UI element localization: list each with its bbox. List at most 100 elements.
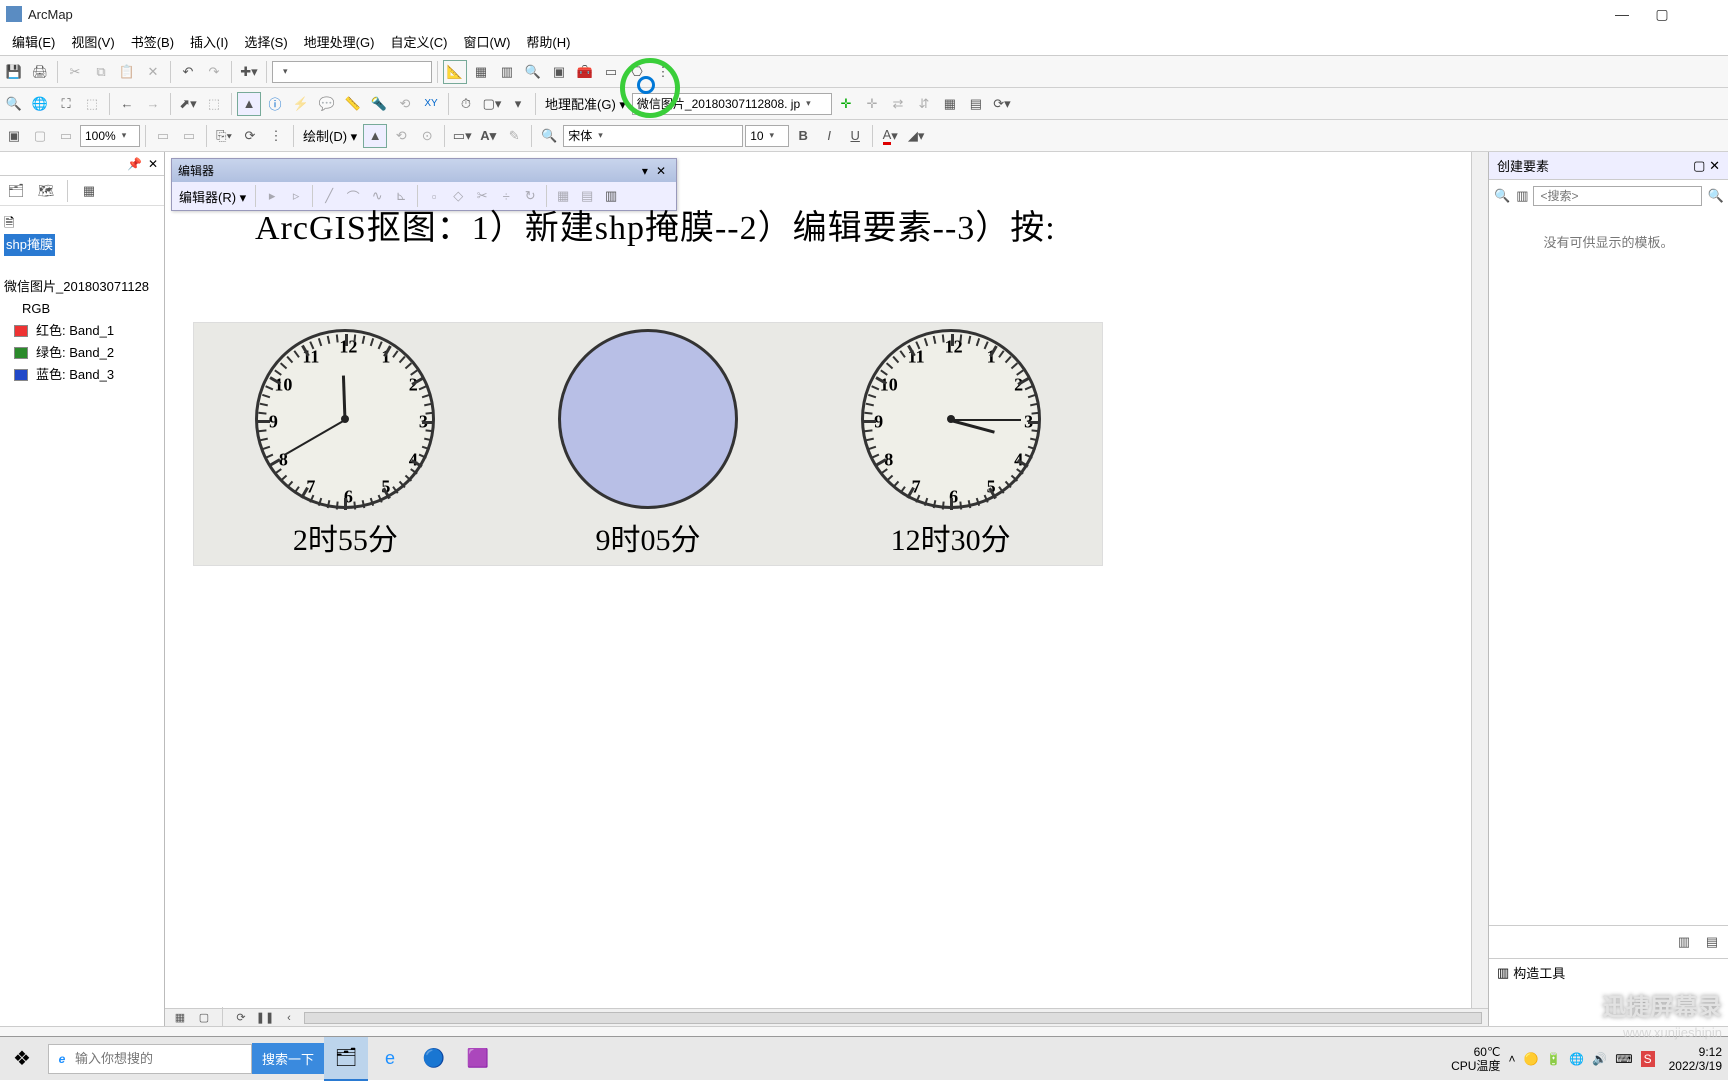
catalog-icon[interactable]: ▥	[495, 60, 519, 84]
toc-band-blue[interactable]: 蓝色: Band_3	[2, 364, 162, 386]
tray-app-icon[interactable]: 🟡	[1523, 1052, 1538, 1066]
select-features-icon[interactable]: ⬈▾	[176, 92, 200, 116]
system-tray[interactable]: 60℃CPU温度 ˄ 🟡 🔋 🌐 🔊 ⌨ S	[1443, 1045, 1663, 1073]
menu-help[interactable]: 帮助(H)	[518, 28, 578, 55]
organize-templates-icon[interactable]: ▥	[1515, 184, 1529, 208]
taskbar-search-input[interactable]	[75, 1051, 251, 1066]
model-builder-icon[interactable]: ▭	[599, 60, 623, 84]
hyperlink-icon[interactable]: ⚡	[289, 92, 313, 116]
text-icon[interactable]: A▾	[476, 124, 500, 148]
back-icon[interactable]: ←	[115, 92, 139, 116]
viewer-icon[interactable]: ▢▾	[480, 92, 504, 116]
maximize-button[interactable]: ▢	[1642, 6, 1682, 23]
edit-vertices-icon[interactable]: ✎	[502, 124, 526, 148]
draw-label[interactable]: 绘制(D) ▾	[299, 126, 361, 145]
editor-toolbar-dropdown-icon[interactable]: ▾	[638, 164, 652, 178]
rotate-icon[interactable]: ⟳▾	[990, 92, 1014, 116]
more-draw-icon[interactable]: ⋮	[264, 124, 288, 148]
list-by-source-icon[interactable]: 🗺	[34, 179, 58, 203]
editor-menu[interactable]: 编辑器(R) ▾	[175, 187, 250, 206]
python-icon[interactable]: ▣	[547, 60, 571, 84]
list-by-selection-icon[interactable]: ▦	[77, 179, 101, 203]
cut-icon[interactable]: ✂	[63, 60, 87, 84]
toggle-icon[interactable]: ⎘▾	[212, 124, 236, 148]
link-table-icon[interactable]: ⇄	[886, 92, 910, 116]
start-button[interactable]: ❖	[0, 1037, 44, 1081]
back-view-icon[interactable]: ‹	[280, 1010, 298, 1026]
time-slider-icon[interactable]: ⏱	[454, 92, 478, 116]
panel-maximize-icon[interactable]: ▢	[1693, 158, 1705, 174]
map-canvas[interactable]: 编辑器▾✕ 编辑器(R) ▾ ▸ ▹ ╱ ⌒ ∿ ⊾ ▫ ◇ ✂ ÷ ↻ ▦ ▤	[165, 152, 1488, 1026]
zoom-percent-combo[interactable]: 100%▾	[80, 125, 140, 147]
tray-network-icon[interactable]: 🌐	[1569, 1052, 1584, 1066]
editor-toolbar-icon[interactable]: 📐	[443, 60, 467, 84]
select-element-icon[interactable]: ▲	[363, 124, 387, 148]
template-search-input[interactable]	[1533, 186, 1702, 206]
zoom-element-icon[interactable]: ⊙	[415, 124, 439, 148]
identify-icon[interactable]: ⓘ	[263, 92, 287, 116]
clear-selection-icon[interactable]: ⬚	[202, 92, 226, 116]
georef-layer-combo[interactable]: 微信图片_20180307112808. jp▾	[632, 93, 832, 115]
georef-label[interactable]: 地理配准(G) ▾	[541, 94, 630, 113]
horizontal-scrollbar[interactable]	[304, 1012, 1482, 1024]
tray-battery-icon[interactable]: 🔋	[1546, 1052, 1561, 1066]
layouts-icon[interactable]: ▭	[54, 124, 78, 148]
tray-chevron-icon[interactable]: ˄	[1508, 1052, 1515, 1066]
filter-templates-icon[interactable]: 🔍	[1493, 184, 1511, 208]
task-app1-icon[interactable]: 🔵	[412, 1037, 456, 1081]
next-icon[interactable]: ▭	[177, 124, 201, 148]
taskbar-clock[interactable]: 9:12 2022/3/19	[1663, 1045, 1728, 1073]
tray-volume-icon[interactable]: 🔊	[1592, 1052, 1607, 1066]
rotate-element-icon[interactable]: ⟲	[389, 124, 413, 148]
data-view-icon[interactable]: ▢	[28, 124, 52, 148]
tray-ime-icon[interactable]: ⌨	[1615, 1052, 1632, 1066]
measure-icon[interactable]: 📏	[341, 92, 365, 116]
menu-customize[interactable]: 自定义(C)	[382, 28, 455, 55]
toc-tree[interactable]: 🗎 shp掩膜 微信图片_201803071128 RGB 红色: Band_1…	[0, 206, 164, 392]
forward-icon[interactable]: →	[141, 92, 165, 116]
panel-close-icon[interactable]: ✕	[1709, 158, 1720, 174]
layout-view-btn[interactable]: ▢	[195, 1010, 213, 1026]
toc-composite[interactable]: RGB	[2, 298, 162, 320]
italic-icon[interactable]: I	[817, 124, 841, 148]
find-route-icon[interactable]: ⟲	[393, 92, 417, 116]
font-color-icon[interactable]: A▾	[878, 124, 902, 148]
fill-color-icon[interactable]: ◢▾	[904, 124, 928, 148]
menu-insert[interactable]: 插入(I)	[182, 28, 236, 55]
save-icon[interactable]: 💾	[2, 60, 26, 84]
task-edge-icon[interactable]: e	[368, 1037, 412, 1081]
search-go-icon[interactable]: 🔍	[1706, 184, 1724, 208]
paste-icon[interactable]: 📋	[115, 60, 139, 84]
font-find-icon[interactable]: 🔍	[537, 124, 561, 148]
add-control-points-icon[interactable]: ✛	[834, 92, 858, 116]
bold-icon[interactable]: B	[791, 124, 815, 148]
prev-icon[interactable]: ▭	[151, 124, 175, 148]
zoom-in-icon[interactable]: 🔍	[2, 92, 26, 116]
close-panel-icon[interactable]: ✕	[148, 157, 158, 171]
delete-icon[interactable]: ✕	[141, 60, 165, 84]
delete-link-icon[interactable]: ⇵	[912, 92, 936, 116]
auto-adjust-icon[interactable]: ✛	[860, 92, 884, 116]
menu-window[interactable]: 窗口(W)	[455, 28, 518, 55]
toc-band-green[interactable]: 绿色: Band_2	[2, 342, 162, 364]
more-icon[interactable]: ⋮	[651, 60, 675, 84]
rectify-icon[interactable]: ▤	[964, 92, 988, 116]
tray-input-icon[interactable]: S	[1641, 1051, 1655, 1067]
autohide-icon[interactable]: 📌	[127, 157, 142, 171]
view-link-table-icon[interactable]: ▦	[938, 92, 962, 116]
toc-layers-root[interactable]: 🗎	[2, 212, 162, 234]
menu-select[interactable]: 选择(S)	[236, 28, 295, 55]
pointer-icon[interactable]: ▲	[237, 92, 261, 116]
taskbar-search-button[interactable]: 搜索一下	[252, 1043, 324, 1074]
rectangle-icon[interactable]: ▭▾	[450, 124, 474, 148]
fixed-zoom-in-icon[interactable]: ⬚	[80, 92, 104, 116]
task-app2-icon[interactable]: 🟪	[456, 1037, 500, 1081]
underline-icon[interactable]: U	[843, 124, 867, 148]
html-popup-icon[interactable]: 💬	[315, 92, 339, 116]
toc-band-red[interactable]: 红色: Band_1	[2, 320, 162, 342]
vertical-scrollbar[interactable]	[1471, 152, 1488, 1008]
refresh-icon[interactable]: ⟳	[238, 124, 262, 148]
menu-edit[interactable]: 编辑(E)	[4, 28, 63, 55]
panel-help-icon[interactable]: ▤	[1700, 930, 1724, 954]
font-combo[interactable]: 宋体▾	[563, 125, 743, 147]
